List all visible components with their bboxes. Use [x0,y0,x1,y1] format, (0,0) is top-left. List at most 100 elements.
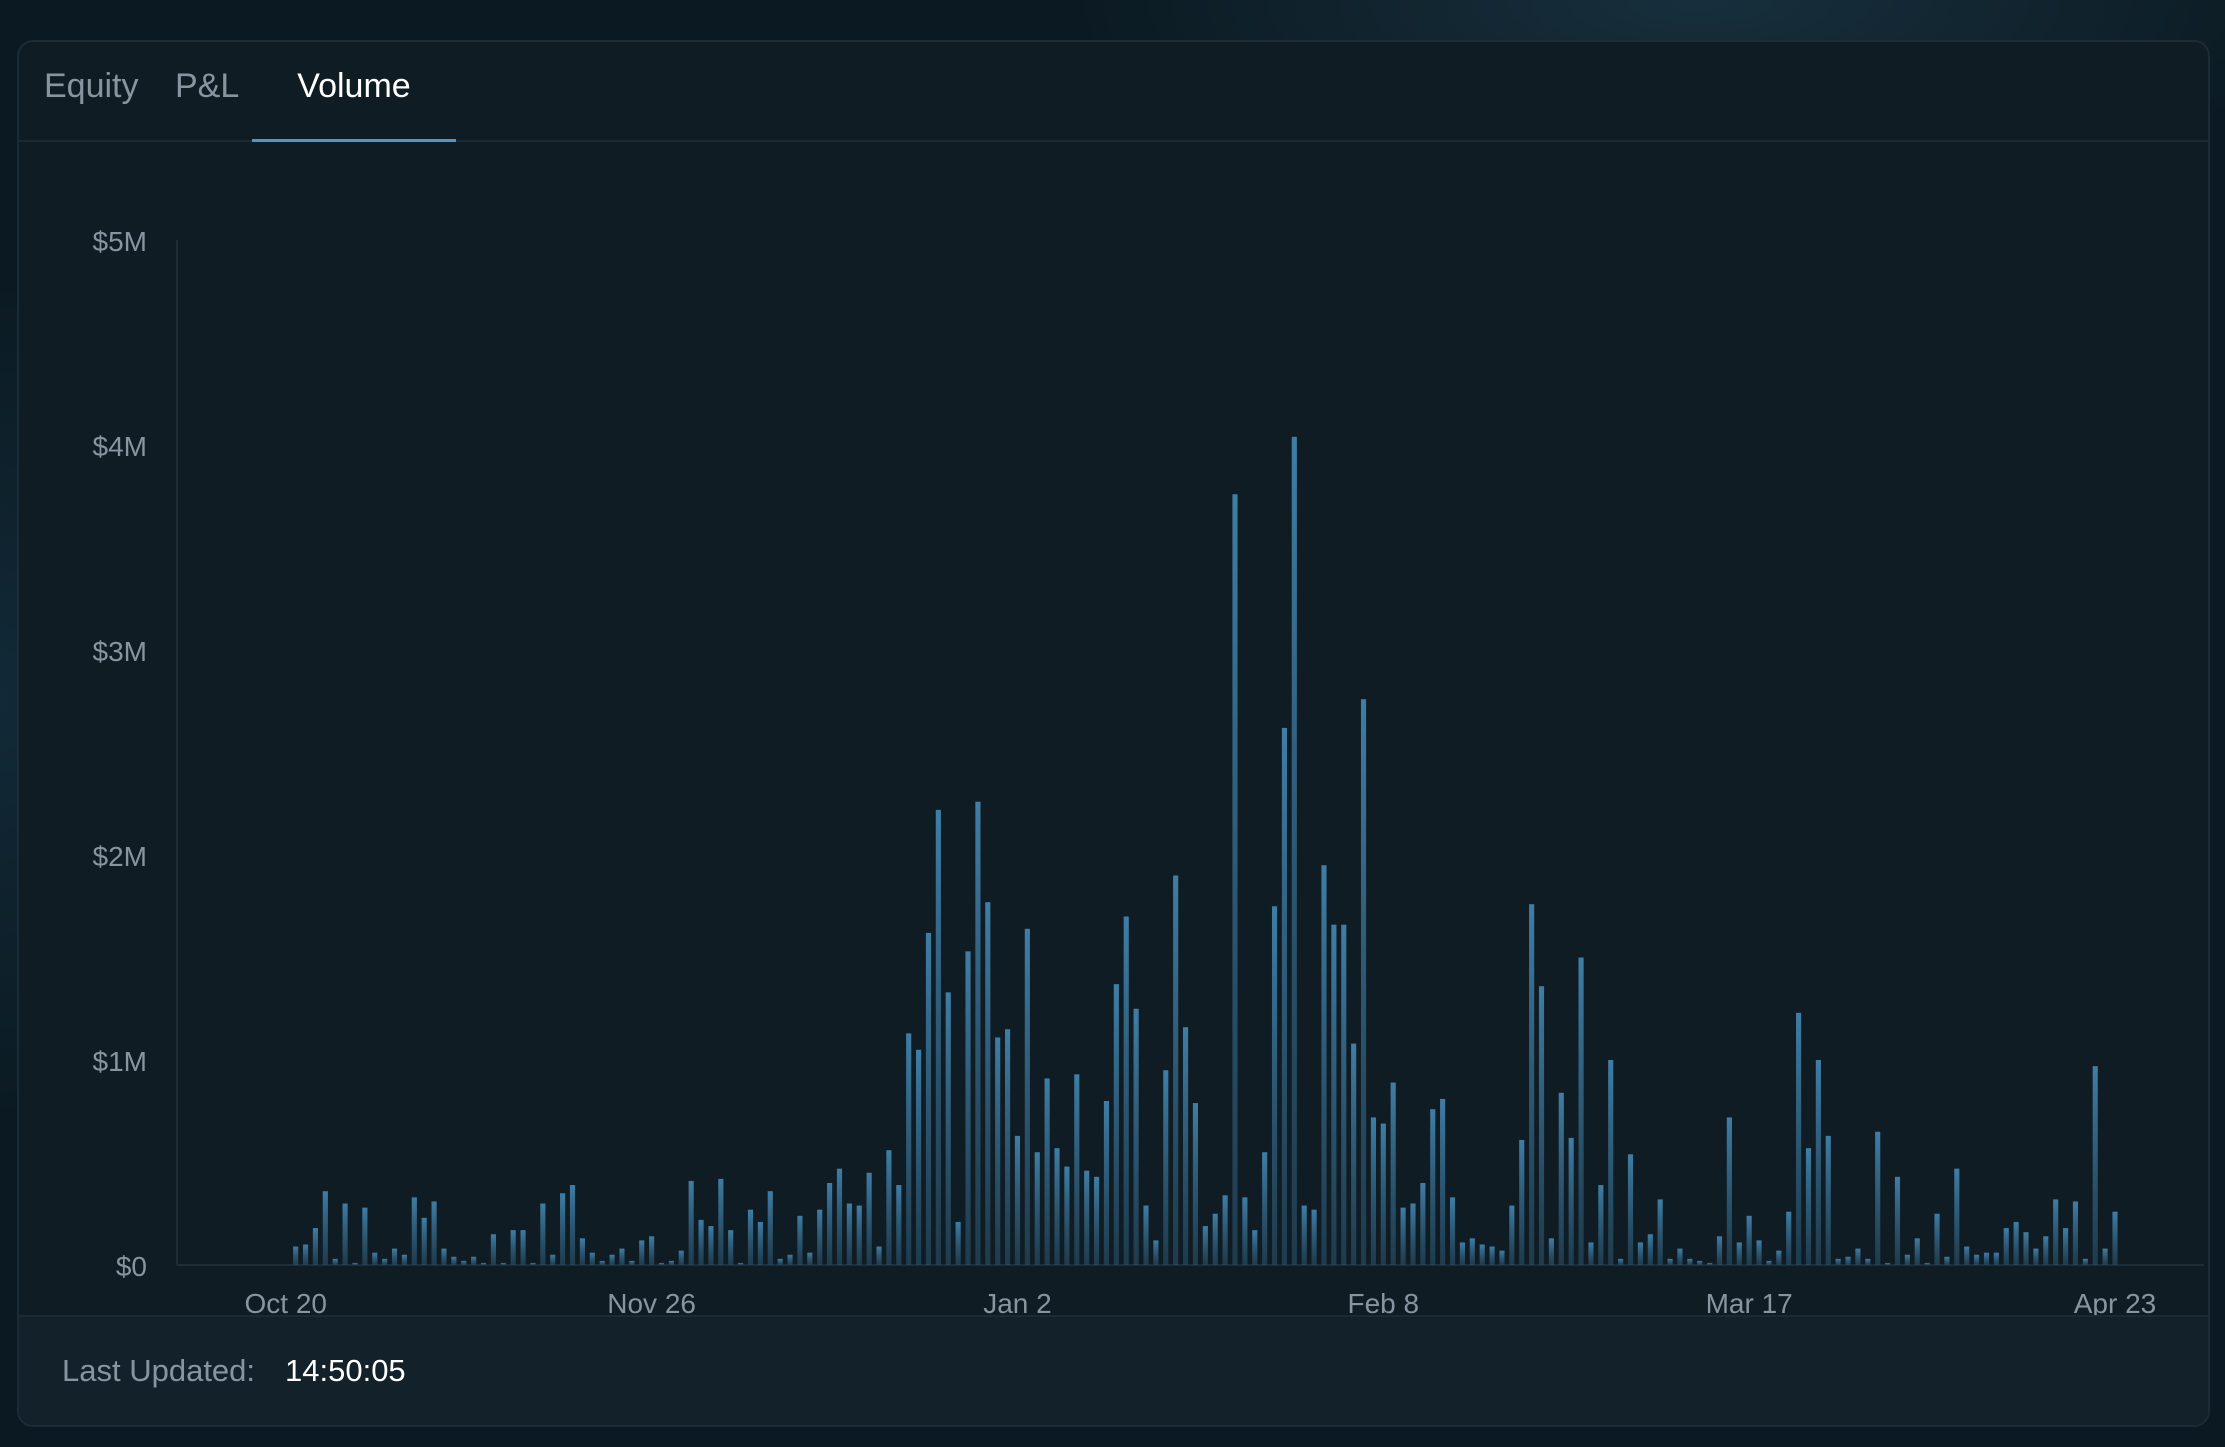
volume-bar [1637,1242,1643,1265]
volume-bar [1103,1101,1110,1265]
volume-bar [332,1258,338,1265]
volume-bar [2023,1232,2029,1265]
volume-bar [579,1238,585,1265]
volume-bar [1311,1209,1317,1265]
volume-bar [540,1203,546,1265]
volume-bar [1410,1203,1416,1265]
volume-bar [856,1205,862,1265]
volume-bar [1885,1262,1891,1265]
volume-bar [362,1207,368,1265]
volume-bar [1845,1256,1851,1265]
volume-bar [1726,1117,1732,1265]
volume-bar [1805,1148,1812,1265]
volume-bar [639,1240,645,1265]
volume-bar [876,1246,882,1265]
y-tick-label: $0 [116,1251,147,1282]
volume-bar [599,1260,605,1265]
volume-bar [520,1230,526,1265]
volume-bar [1034,1152,1040,1265]
volume-bar [975,801,981,1265]
volume-bar [757,1221,763,1265]
volume-bar [1558,1092,1564,1265]
volume-bar [1716,1236,1723,1265]
volume-bar [589,1252,595,1265]
volume-bar [1588,1242,1594,1265]
volume-bar [1519,1139,1525,1265]
volume-bar [827,1183,833,1265]
volume-bar [391,1248,398,1265]
volume-bar [1964,1246,1970,1265]
volume-bar [1459,1242,1465,1265]
tab-equity[interactable]: Equity [44,66,142,140]
y-tick-label: $2M [93,841,147,872]
y-tick-label: $5M [93,226,147,257]
tab-pnl[interactable]: P&L [175,66,255,140]
volume-bar [480,1262,487,1265]
volume-bar [797,1215,803,1265]
volume-bar [2003,1228,2009,1265]
volume-bar [1924,1262,1930,1265]
volume-bar [1123,916,1129,1265]
volume-bar [708,1226,714,1265]
volume-bar [1044,1078,1050,1265]
volume-bar [1934,1213,1940,1265]
volume-bar [678,1250,684,1265]
chart-area: $0 $1M $2M $3M $4M $5M Oct 20 Nov 26 Jan 2 Feb 8… [19,142,2208,1322]
volume-bar [1756,1240,1762,1265]
volume-bar [352,1262,358,1265]
volume-bar [530,1262,536,1265]
volume-bar [1687,1258,1693,1265]
volume-bar [1262,1152,1268,1265]
volume-bar [451,1256,457,1265]
volume-bar [1014,1135,1021,1265]
volume-bar [817,1209,823,1265]
volume-bar [1598,1185,1604,1265]
volume-bar [2033,1248,2039,1265]
volume-bar [1568,1137,1574,1265]
volume-bar [1252,1230,1258,1265]
volume-bar [293,1246,299,1265]
volume-bar [2063,1228,2069,1265]
volume-bar [925,932,932,1265]
y-tick-label: $1M [93,1046,147,1077]
volume-bar [1430,1109,1436,1265]
volume-bar [1647,1234,1653,1265]
volume-bar [2092,1066,2098,1265]
volume-bar [2043,1236,2049,1265]
volume-bar [1697,1260,1703,1265]
volume-bar [1380,1123,1386,1265]
tab-volume[interactable]: Volume [252,66,456,142]
volume-bar [1341,924,1347,1265]
volume-bar [1163,1070,1169,1265]
volume-bar [1005,1029,1011,1265]
volume-bar [401,1254,407,1265]
volume-bar [1093,1176,1100,1265]
volume-bar [767,1191,773,1265]
volume-bar [1509,1205,1515,1265]
volume-bar [1914,1238,1920,1265]
last-updated-time: 14:50:05 [285,1353,406,1388]
volume-bar [965,951,971,1265]
volume-bar [1232,494,1238,1265]
volume-bar [441,1248,447,1265]
last-updated-label: Last Updated: [62,1353,256,1388]
volume-bar [658,1262,665,1265]
volume-bar [866,1172,872,1265]
volume-bar [1331,924,1337,1265]
volume-bar [421,1217,427,1265]
volume-bar [1993,1252,1999,1265]
volume-bar [1835,1258,1841,1265]
volume-bar [649,1236,655,1265]
volume-bar [955,1221,961,1265]
volume-bar [312,1228,319,1265]
volume-bar [2072,1201,2079,1265]
volume-bar [995,1037,1001,1265]
volume-bar [2102,1248,2108,1265]
y-tick-label: $3M [93,636,147,667]
volume-bar [1133,1008,1139,1265]
volume-bar [1084,1170,1090,1265]
volume-bar [609,1254,615,1265]
volume-bar-chart: $0$1M$2M$3M$4M$5M Oct 20 Nov 26 Jan 2 Feb 8… [93,226,2204,1319]
volume-chart-card: Equity P&L Volume $0 $1M $2M $3M $4M $5M Oct … [17,40,2210,1427]
volume-bar [1529,904,1535,1265]
